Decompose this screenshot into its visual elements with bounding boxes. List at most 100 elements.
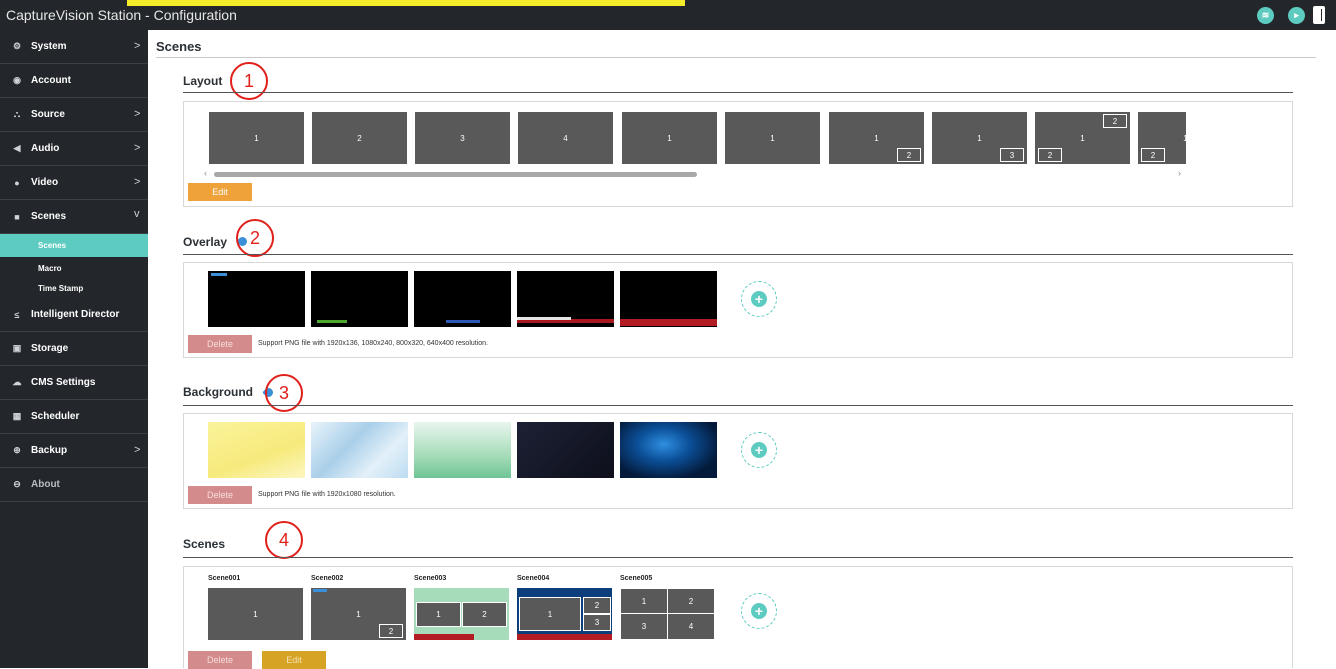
scene-thumbnail[interactable]: 1 [208, 588, 303, 640]
layout-tile[interactable]: 12 [1138, 112, 1186, 164]
sidebar-item-account[interactable]: ◉ Account [0, 64, 148, 98]
scroll-right-arrow[interactable]: › [1178, 168, 1181, 178]
sidebar-item-system[interactable]: ⚙ System > [0, 30, 148, 64]
scene-name: Scene002 [311, 575, 344, 582]
layout-tile[interactable]: 12 [829, 112, 924, 164]
sidebar-item-label: Source [31, 109, 65, 120]
scene-thumbnail[interactable]: 123 [517, 588, 612, 640]
video-icon: ● [14, 177, 20, 188]
overlay-thumbnail[interactable] [414, 271, 511, 327]
scroll-left-arrow[interactable]: ‹ [204, 168, 207, 178]
layout-edit-button[interactable]: Edit [188, 183, 252, 201]
chevron-right-icon: > [134, 40, 141, 52]
sidebar-item-label: Scheduler [31, 411, 80, 422]
layout-tile[interactable]: 13 [932, 112, 1027, 164]
scene-cell: 1 [620, 588, 668, 614]
scene-cell: 2 [462, 602, 507, 627]
divider [183, 557, 1293, 558]
scene-thumbnail[interactable]: 1234 [620, 588, 715, 640]
scene-name: Scene005 [620, 575, 653, 582]
scene-cell: 2 [667, 588, 715, 614]
scene-edit-button[interactable]: Edit [262, 651, 326, 669]
sidebar-item-audio[interactable]: ◀ Audio > [0, 132, 148, 166]
overlay-thumbnail[interactable] [620, 271, 717, 327]
horizontal-scrollbar[interactable] [214, 172, 697, 177]
sidebar-item-about[interactable]: ⊖ About [0, 468, 148, 502]
sidebar-item-label: Storage [31, 343, 69, 354]
sidebar-item-scheduler[interactable]: ▦ Scheduler [0, 400, 148, 434]
sidebar-item-label: Account [31, 75, 71, 86]
scene-cell: 4 [667, 613, 715, 640]
sidebar-item-label: Scenes [31, 211, 67, 222]
cms-icon: ☁ [12, 377, 22, 387]
divider [156, 57, 1316, 58]
plus-icon: + [751, 291, 767, 307]
record-icon[interactable]: ▸ [1288, 7, 1305, 24]
scenes-panel: Scene001 Scene002 Scene003 Scene004 Scen… [183, 566, 1293, 669]
background-thumbnail[interactable] [517, 422, 614, 478]
sidebar-item-scenes[interactable]: ■ Scenes v [0, 200, 148, 234]
background-thumbnail[interactable] [620, 422, 717, 478]
callout-3: 3 [265, 374, 303, 412]
layout-tile[interactable]: 1 [209, 112, 304, 164]
scene-name: Scene004 [517, 575, 550, 582]
background-section-title: Background [183, 385, 254, 399]
sidebar-subitem-time-stamp[interactable]: Time Stamp [0, 277, 148, 300]
chevron-right-icon: > [134, 444, 141, 456]
sidebar-item-label: Video [31, 177, 59, 188]
scene-cell: 1 [416, 602, 461, 627]
sidebar-item-storage[interactable]: ▣ Storage [0, 332, 148, 366]
storage-icon: ▣ [12, 343, 22, 353]
sidebar-item-cms-settings[interactable]: ☁ CMS Settings [0, 366, 148, 400]
layout-cell: 3 [460, 133, 465, 143]
layout-cell: 1 [667, 133, 672, 143]
overlay-thumbnail[interactable] [311, 271, 408, 327]
sidebar-item-source[interactable]: ⛬ Source > [0, 98, 148, 132]
scene-cell: 3 [583, 614, 611, 631]
divider [183, 92, 1293, 93]
add-overlay-button[interactable]: + [741, 281, 777, 317]
chevron-right-icon: > [134, 108, 141, 120]
callout-1: 1 [230, 62, 268, 100]
scene-thumbnail[interactable]: 12 [311, 588, 406, 640]
overlay-thumbnail[interactable] [517, 271, 614, 327]
director-icon: ≤ [14, 309, 20, 320]
background-thumbnail[interactable] [414, 422, 511, 478]
stream-icon[interactable]: ≋ [1257, 7, 1274, 24]
plus-icon: + [751, 442, 767, 458]
layout-cell: 4 [563, 133, 568, 143]
logout-icon[interactable] [1313, 6, 1325, 24]
background-thumbnail[interactable] [208, 422, 305, 478]
layout-panel: 1 2 3 4 1 1 12 13 122 12 ‹ › Edit [183, 101, 1293, 207]
layout-tile[interactable]: 1 [725, 112, 820, 164]
callout-4: 4 [265, 521, 303, 559]
layout-pip-cell: 2 [1103, 114, 1127, 128]
overlay-delete-button[interactable]: Delete [188, 335, 252, 353]
scene-name: Scene003 [414, 575, 447, 582]
sidebar-item-label: System [31, 41, 67, 52]
background-thumbnail[interactable] [311, 422, 408, 478]
layout-tile[interactable]: 122 [1035, 112, 1130, 164]
layout-tile[interactable]: 4 [518, 112, 613, 164]
sidebar-item-label: Backup [31, 445, 68, 456]
sidebar-item-label: Audio [31, 143, 60, 154]
scene-cell: 1 [253, 609, 258, 619]
gear-icon: ⚙ [12, 41, 22, 51]
layout-tile[interactable]: 2 [312, 112, 407, 164]
scene-thumbnail[interactable]: 12 [414, 588, 509, 640]
background-note: Support PNG file with 1920x1080 resoluti… [258, 491, 396, 498]
app-title: CaptureVision Station - Configuration [6, 7, 237, 23]
layout-pip-cell: 2 [1141, 148, 1165, 162]
sidebar-item-intelligent-director[interactable]: ≤ Intelligent Director [0, 298, 148, 332]
layout-tile[interactable]: 3 [415, 112, 510, 164]
sidebar-subitem-scenes[interactable]: Scenes [0, 234, 148, 257]
layout-tile[interactable]: 1 [622, 112, 717, 164]
add-background-button[interactable]: + [741, 432, 777, 468]
background-delete-button[interactable]: Delete [188, 486, 252, 504]
scene-cell: 2 [583, 597, 611, 614]
sidebar-item-backup[interactable]: ⊕ Backup > [0, 434, 148, 468]
overlay-thumbnail[interactable] [208, 271, 305, 327]
sidebar-item-video[interactable]: ● Video > [0, 166, 148, 200]
scene-delete-button[interactable]: Delete [188, 651, 252, 669]
add-scene-button[interactable]: + [741, 593, 777, 629]
